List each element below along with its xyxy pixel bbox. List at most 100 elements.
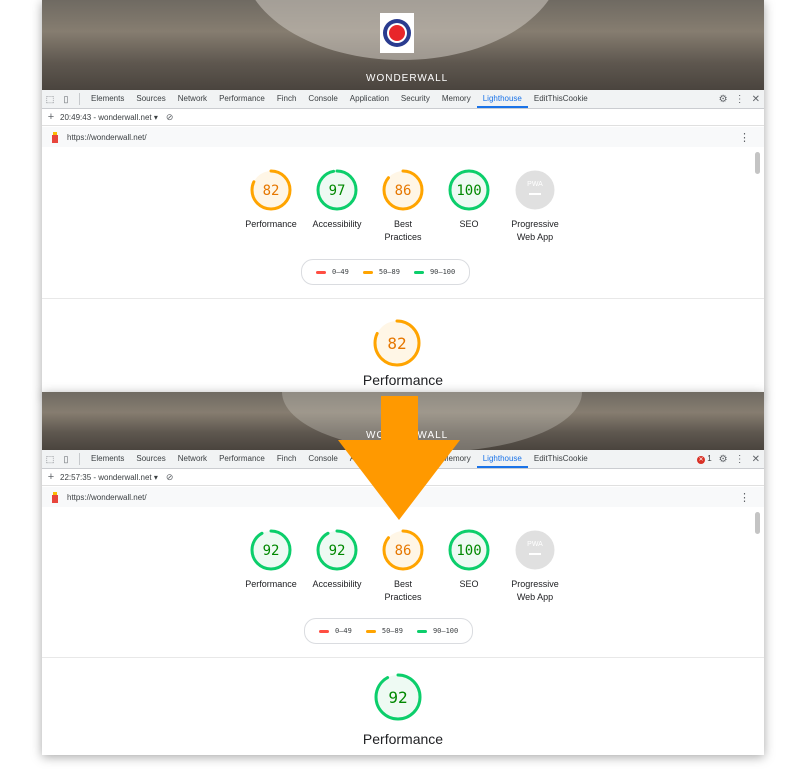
featured-title: Performance	[362, 731, 444, 747]
gauge-performance[interactable]: 92 Performance	[238, 528, 304, 604]
site-name: WONDERWALL	[366, 73, 449, 84]
legend-range: 0–49	[332, 268, 349, 276]
score-legend: 0–49 50–89 90–100	[304, 618, 474, 644]
report-url[interactable]: https://wonderwall.net/	[67, 493, 147, 502]
tab-sources[interactable]: Sources	[130, 90, 171, 108]
category-gauges: 92 Performance 92 Accessibility 86 Best Practi…	[42, 528, 764, 604]
gauge-label: Best Practices	[384, 219, 422, 242]
tab-memory[interactable]: Memory	[436, 450, 477, 468]
legend-item-green: 90–100	[413, 268, 456, 276]
tab-security[interactable]: Security	[395, 450, 436, 468]
report-selector[interactable]: 22:57:35 - wonderwall.net ▾	[60, 473, 158, 482]
gauge-label: Accessibility	[312, 579, 362, 589]
tab-network[interactable]: Network	[172, 450, 213, 468]
gauge-label: SEO	[459, 579, 479, 589]
tab-editthiscookie[interactable]: EditThisCookie	[528, 450, 594, 468]
close-icon[interactable]: ✕	[752, 454, 760, 465]
close-icon[interactable]: ✕	[752, 94, 760, 105]
legend-range: 90–100	[429, 268, 456, 276]
score-value: 100	[456, 543, 481, 559]
clear-icon[interactable]: ⊘	[166, 112, 174, 123]
lighthouse-icon	[51, 131, 59, 143]
featured-gauge: 82	[372, 318, 422, 373]
gauge-label: Progressive Web App	[511, 579, 559, 602]
tab-elements[interactable]: Elements	[85, 90, 130, 108]
site-name: WONDERWALL	[366, 430, 449, 441]
device-toggle-icon[interactable]: ▯	[58, 454, 74, 465]
gauge-best-practices[interactable]: 86 Best Practices	[370, 168, 436, 244]
tab-security[interactable]: Security	[395, 90, 436, 108]
gauge-progressive-web-app[interactable]: PWA Progressive Web App	[502, 528, 568, 604]
tab-performance[interactable]: Performance	[213, 450, 271, 468]
score-value: 100	[456, 183, 481, 199]
tab-memory[interactable]: Memory	[436, 90, 477, 108]
tab-lighthouse[interactable]: Lighthouse	[476, 90, 528, 108]
legend-item-orange: 50–89	[365, 627, 403, 635]
gauge-label: Best Practices	[384, 579, 422, 602]
more-options-icon[interactable]: ⋮	[735, 454, 745, 465]
gauge-accessibility[interactable]: 92 Accessibility	[304, 528, 370, 604]
tab-console[interactable]: Console	[302, 90, 343, 108]
gauge-best-practices[interactable]: 86 Best Practices	[370, 528, 436, 604]
new-report-icon[interactable]: +	[42, 471, 60, 483]
score-value: 92	[388, 688, 407, 707]
tab-performance[interactable]: Performance	[213, 90, 271, 108]
pwa-dash	[529, 193, 541, 195]
tab-finch[interactable]: Finch	[271, 90, 303, 108]
gauge-seo[interactable]: 100 SEO	[436, 168, 502, 244]
inspect-icon[interactable]: ⬚	[42, 454, 58, 465]
tab-sources[interactable]: Sources	[130, 450, 171, 468]
lighthouse-report-before: WONDERWALL ⬚ ▯ Elements Sources Network Per…	[42, 0, 764, 395]
report-url-bar: https://wonderwall.net/ ⋮	[42, 127, 764, 147]
website-hero-background: WONDERWALL	[42, 0, 764, 90]
score-value: 97	[329, 183, 346, 199]
legend-swatch	[416, 629, 427, 633]
tab-lighthouse[interactable]: Lighthouse	[476, 450, 528, 468]
error-count-badge[interactable]: ✕ 1	[696, 454, 712, 464]
tab-network[interactable]: Network	[172, 90, 213, 108]
tab-application[interactable]: Application	[344, 450, 395, 468]
gauge-label: Progressive Web App	[511, 219, 559, 242]
new-report-icon[interactable]: +	[42, 111, 60, 123]
legend-swatch	[319, 629, 329, 633]
legend-item-red: 0–49	[319, 627, 352, 635]
score-value: 82	[263, 183, 280, 199]
lighthouse-report-after: WONDERWALL ⬚ ▯ Elements Sources Network Per…	[42, 392, 764, 755]
category-gauges: 82 Performance 97 Accessibility 86 Best Practi…	[42, 168, 764, 244]
featured-gauge: 92	[373, 672, 423, 727]
gauge-progressive-web-app[interactable]: PWA Progressive Web App	[502, 168, 568, 244]
settings-icon[interactable]: ⚙	[719, 454, 728, 465]
report-menu-icon[interactable]: ⋮	[739, 131, 750, 144]
tab-application[interactable]: Application	[344, 90, 395, 108]
score-value: 86	[395, 183, 412, 199]
report-url-bar: https://wonderwall.net/ ⋮	[42, 487, 764, 507]
tab-elements[interactable]: Elements	[85, 450, 130, 468]
gauge-label: Performance	[245, 579, 297, 589]
gauge-accessibility[interactable]: 97 Accessibility	[304, 168, 370, 244]
settings-icon[interactable]: ⚙	[719, 94, 728, 105]
score-value: 92	[263, 543, 280, 559]
legend-swatch	[413, 270, 424, 274]
pwa-badge-text: PWA	[527, 181, 543, 188]
legend-swatch	[365, 629, 376, 633]
gauge-label: Accessibility	[312, 219, 362, 229]
legend-range: 0–49	[335, 627, 352, 635]
report-url[interactable]: https://wonderwall.net/	[67, 133, 147, 142]
device-toggle-icon[interactable]: ▯	[58, 94, 74, 105]
tab-console[interactable]: Console	[302, 450, 343, 468]
legend-range: 50–89	[378, 268, 400, 276]
score-value: 92	[329, 543, 346, 559]
more-options-icon[interactable]: ⋮	[735, 94, 745, 105]
inspect-icon[interactable]: ⬚	[42, 94, 58, 105]
gauge-label: SEO	[459, 219, 479, 229]
tab-finch[interactable]: Finch	[271, 450, 303, 468]
pwa-badge-text: PWA	[527, 541, 543, 548]
lighthouse-toolbar: + 20:49:43 - wonderwall.net ▾ ⊘	[42, 109, 764, 126]
gauge-seo[interactable]: 100 SEO	[436, 528, 502, 604]
clear-icon[interactable]: ⊘	[166, 472, 174, 483]
devtools-tabbar: ⬚ ▯ Elements Sources Network Performance Fin…	[42, 90, 764, 109]
report-selector[interactable]: 20:49:43 - wonderwall.net ▾	[60, 113, 158, 122]
tab-editthiscookie[interactable]: EditThisCookie	[528, 90, 594, 108]
gauge-performance[interactable]: 82 Performance	[238, 168, 304, 244]
report-menu-icon[interactable]: ⋮	[739, 491, 750, 504]
